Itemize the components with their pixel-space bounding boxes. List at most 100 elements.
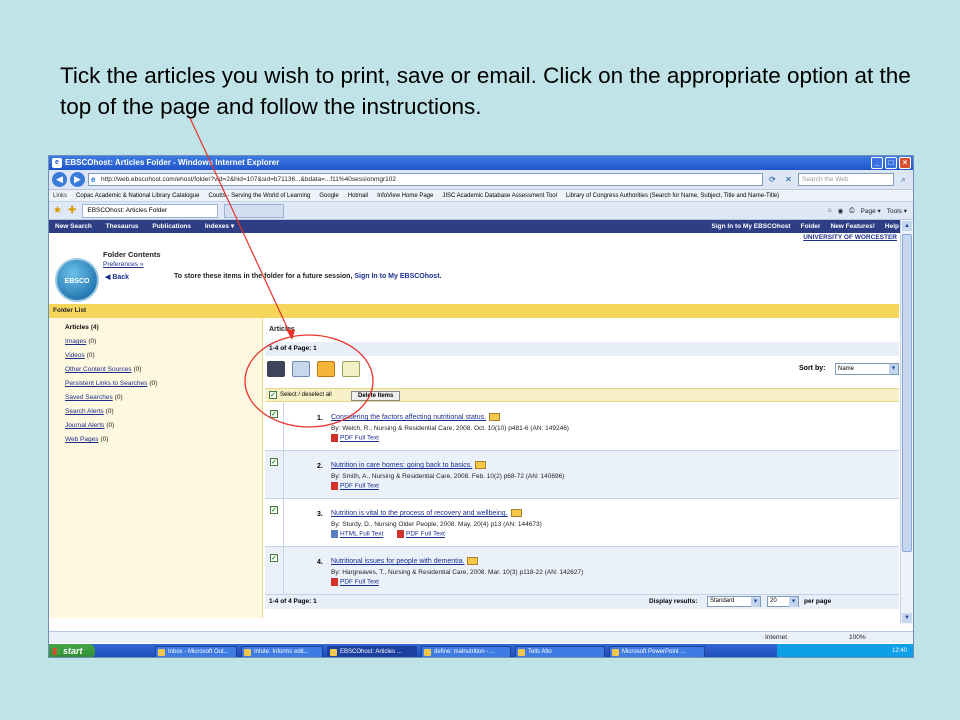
select-row: ✓ Select / deselect all Delete Items <box>265 388 899 402</box>
link-item[interactable]: Hotmail <box>348 190 368 201</box>
pdf-full-text-link[interactable]: PDF Full Text <box>331 434 379 442</box>
task-intute[interactable]: Intute: Informs edit... <box>241 645 323 657</box>
add-folder-icon[interactable] <box>467 557 479 565</box>
back-link[interactable]: ◀ Back <box>105 273 129 281</box>
tab-row: ★ ✚ EBSCOhost: Articles Folder ⌂ ◉ ⎙ Pag… <box>49 202 913 220</box>
select-all-checkbox[interactable]: ✓ <box>269 391 277 399</box>
feeds-icon[interactable]: ◉ <box>838 207 844 215</box>
task-tells-alto[interactable]: Tells Alto <box>515 645 605 657</box>
sidebar-item-images[interactable]: Images (0) <box>65 338 96 345</box>
link-item[interactable]: Coutts - Serving the World of Learning <box>208 190 310 201</box>
tab-ebscohost[interactable]: EBSCOhost: Articles Folder <box>82 203 219 218</box>
html-full-text-link[interactable]: HTML Full Text <box>331 530 383 538</box>
nav-thesaurus[interactable]: Thesaurus <box>106 223 139 230</box>
add-favorites-icon[interactable]: ✚ <box>68 205 76 216</box>
sidebar-item-persistent-links[interactable]: Persistent Links to Searches (0) <box>65 380 157 387</box>
save-icon[interactable] <box>317 361 335 377</box>
export-icon[interactable] <box>342 361 360 377</box>
forward-arrow-icon[interactable]: ▶ <box>70 172 85 187</box>
result-title[interactable]: Considering the factors affecting nutrit… <box>331 413 501 421</box>
task-define[interactable]: define: malnutrition - ... <box>421 645 511 657</box>
result-row: ✓ 2. Nutrition in care homes: going back… <box>265 451 899 499</box>
delete-items-button[interactable]: Delete Items <box>351 391 401 401</box>
result-row: ✓ 1. Considering the factors affecting n… <box>265 403 899 451</box>
display-select[interactable]: Standard <box>707 596 761 607</box>
result-checkbox[interactable]: ✓ <box>270 506 278 514</box>
task-ebscohost[interactable]: EBSCOhost: Articles ... <box>327 645 417 657</box>
refresh-icon[interactable]: ⟳ <box>766 173 779 186</box>
link-item[interactable]: InfoView Home Page <box>377 190 433 201</box>
nav-folder[interactable]: Folder <box>801 220 821 233</box>
stop-icon[interactable]: ✕ <box>782 173 795 186</box>
result-title[interactable]: Nutrition is vital to the process of rec… <box>331 509 522 517</box>
nav-indexes[interactable]: Indexes ▾ <box>205 223 234 230</box>
nav-sign-in[interactable]: Sign In to My EBSCOhost <box>712 220 791 233</box>
sidebar-item-other-content[interactable]: Other Content Sources (0) <box>65 366 141 373</box>
per-page-label: per page <box>804 598 832 605</box>
sign-in-link[interactable]: Sign In to My EBSCOhost <box>354 273 439 280</box>
task-powerpoint[interactable]: Microsoft PowerPoint ... <box>609 645 705 657</box>
preferences-link[interactable]: Preferences » <box>103 261 143 268</box>
result-checkbox[interactable]: ✓ <box>270 410 278 418</box>
sidebar-item-saved-searches[interactable]: Saved Searches (0) <box>65 394 123 401</box>
pdf-full-text-link[interactable]: PDF Full Text <box>397 530 445 538</box>
sidebar-item-videos[interactable]: Videos (0) <box>65 352 95 359</box>
sidebar-item-web-pages[interactable]: Web Pages (0) <box>65 436 108 443</box>
pdf-full-text-link[interactable]: PDF Full Text <box>331 578 379 586</box>
print-icon[interactable]: ⎙ <box>849 207 854 215</box>
sidebar-item-journal-alerts[interactable]: Journal Alerts (0) <box>65 422 114 429</box>
university-link[interactable]: UNIVERSITY OF WORCESTER <box>803 234 897 241</box>
result-row: ✓ 4. Nutritional issues for people with … <box>265 547 899 595</box>
link-item[interactable]: JISC Academic Database Assessment Tool <box>442 190 557 201</box>
back-arrow-icon[interactable]: ◀ <box>52 172 67 187</box>
display-results-label: Display results: <box>649 598 698 605</box>
search-icon[interactable]: ⌕ <box>897 173 910 186</box>
result-number: 4. <box>317 559 323 566</box>
browser-screenshot: e EBSCOhost: Articles Folder - Windows I… <box>48 155 914 658</box>
pdf-full-text-link[interactable]: PDF Full Text <box>331 482 379 490</box>
system-tray: 12:40 <box>777 644 913 657</box>
start-button[interactable]: start <box>49 644 95 657</box>
task-outlook[interactable]: Inbox - Microsoft Out... <box>155 645 237 657</box>
per-page-select[interactable]: 20 <box>767 596 799 607</box>
add-folder-icon[interactable] <box>510 509 522 517</box>
minimize-button[interactable]: _ <box>871 157 883 169</box>
clock: 12:40 <box>891 648 907 654</box>
sidebar-item-articles[interactable]: Articles (4) <box>65 324 99 331</box>
web-search-input[interactable]: Search the Web <box>798 173 894 186</box>
scroll-up-icon[interactable]: ▲ <box>902 221 912 231</box>
home-icon[interactable]: ⌂ <box>828 207 832 215</box>
page-menu[interactable]: Page ▾ <box>861 207 881 215</box>
sidebar-item-search-alerts[interactable]: Search Alerts (0) <box>65 408 114 415</box>
nav-publications[interactable]: Publications <box>152 223 191 230</box>
folder-tools <box>267 361 360 377</box>
add-folder-icon[interactable] <box>475 461 487 469</box>
link-item[interactable]: Google <box>319 190 338 201</box>
zoom-level[interactable]: 100% <box>849 632 866 644</box>
address-input[interactable]: http://web.ebscohost.com/ehost/folder?vi… <box>88 173 763 186</box>
add-folder-icon[interactable] <box>489 413 501 421</box>
scroll-thumb[interactable] <box>902 234 912 552</box>
scroll-down-icon[interactable]: ▼ <box>902 613 912 623</box>
vertical-scrollbar[interactable]: ▲ ▼ <box>900 220 913 624</box>
email-icon[interactable] <box>292 361 310 377</box>
maximize-button[interactable]: □ <box>885 157 897 169</box>
ebsco-nav-bar: New Search Thesaurus Publications Indexe… <box>49 220 913 233</box>
new-tab[interactable] <box>224 203 285 218</box>
nav-new-features[interactable]: New Features! <box>830 220 874 233</box>
sort-select[interactable]: Name <box>835 363 899 375</box>
print-icon[interactable] <box>267 361 285 377</box>
result-title[interactable]: Nutrition in care homes: going back to b… <box>331 461 487 469</box>
link-item[interactable]: Copac Academic & National Library Catalo… <box>76 190 199 201</box>
result-checkbox[interactable]: ✓ <box>270 458 278 466</box>
nav-new-search[interactable]: New Search <box>55 223 92 230</box>
status-bar: Internet 100% <box>49 631 913 643</box>
favorites-star-icon[interactable]: ★ <box>53 205 62 216</box>
nav-help[interactable]: Help <box>885 220 899 233</box>
result-checkbox[interactable]: ✓ <box>270 554 278 562</box>
result-title[interactable]: Nutritional issues for people with demen… <box>331 557 479 565</box>
close-button[interactable]: × <box>899 157 911 169</box>
window-title: EBSCOhost: Articles Folder - Windows Int… <box>65 158 280 167</box>
tools-menu[interactable]: Tools ▾ <box>887 207 907 215</box>
link-item[interactable]: Library of Congress Authorities (Search … <box>566 190 779 201</box>
